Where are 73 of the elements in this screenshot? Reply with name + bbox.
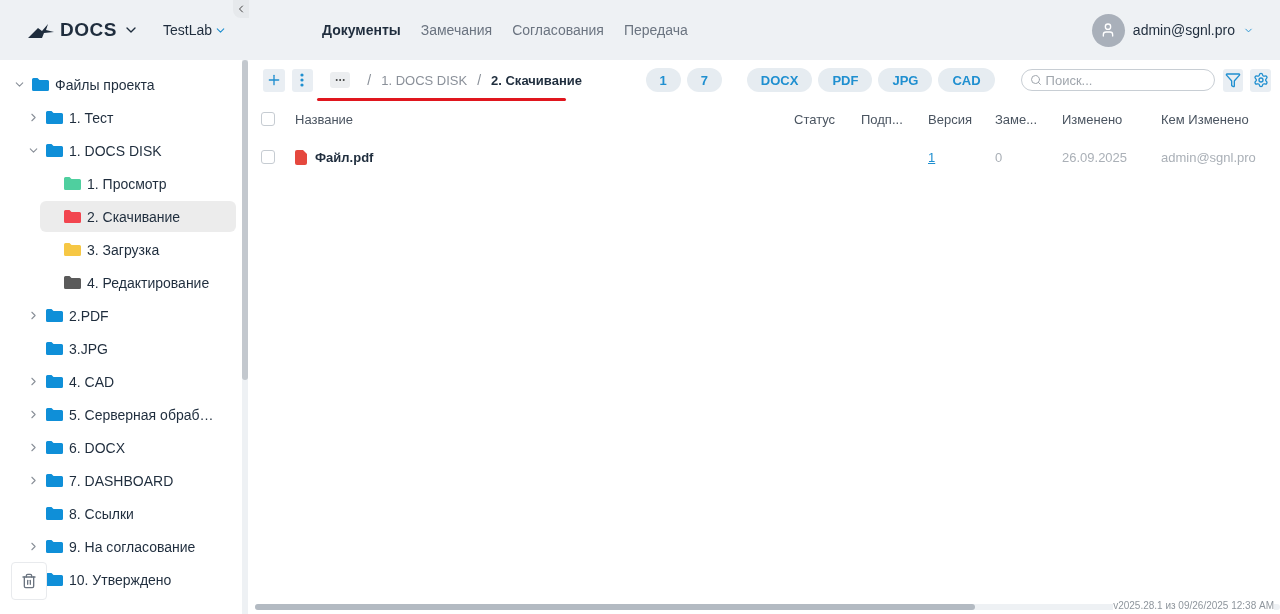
avatar-icon bbox=[1091, 13, 1125, 47]
folder-tree-item[interactable]: 2. Скачивание bbox=[40, 201, 236, 232]
folder-tree-item[interactable]: 1. Тест bbox=[26, 102, 236, 133]
folder-label: 3. Загрузка bbox=[87, 241, 160, 258]
folder-label: 10. Утверждено bbox=[69, 571, 172, 588]
column-header[interactable]: Версия bbox=[928, 100, 995, 138]
select-all-checkbox[interactable] bbox=[261, 112, 275, 126]
breadcrumb-link[interactable]: 2. Скачивание bbox=[491, 72, 582, 88]
column-header[interactable]: Статус bbox=[794, 100, 861, 138]
folder-tree-item[interactable]: 4. Редактирование bbox=[40, 267, 236, 298]
folder-label: Файлы проекта bbox=[55, 76, 155, 93]
version-link[interactable]: 1 bbox=[928, 149, 936, 165]
column-header[interactable]: Название bbox=[295, 100, 794, 138]
project-selector[interactable]: TestLab bbox=[163, 22, 322, 38]
folder-label: 1. Тест bbox=[69, 109, 114, 126]
column-header[interactable]: Кем Изменено bbox=[1161, 100, 1273, 138]
folder-label: 9. На согласование bbox=[69, 538, 196, 555]
separator: / bbox=[367, 72, 372, 88]
row-checkbox[interactable] bbox=[261, 150, 275, 164]
trash-icon bbox=[21, 573, 37, 589]
folder-tree-item[interactable]: Файлы проекта bbox=[12, 69, 236, 100]
more-button[interactable] bbox=[291, 68, 314, 92]
column-header[interactable]: Изменено bbox=[1062, 100, 1161, 138]
table-cell-text: 0 bbox=[995, 148, 1004, 167]
search-icon bbox=[1029, 74, 1042, 86]
nav-tab[interactable]: Документы bbox=[322, 22, 401, 38]
file-name[interactable]: Файл.pdf bbox=[315, 149, 374, 165]
pdf-file-icon bbox=[295, 149, 307, 165]
user-menu[interactable]: admin@sgnl.pro bbox=[1091, 13, 1254, 47]
nav-tab[interactable]: Передача bbox=[623, 22, 688, 38]
folder-tree-item[interactable]: 1. Просмотр bbox=[40, 168, 236, 199]
logo-text: DOCS bbox=[60, 19, 117, 41]
more-path-button[interactable] bbox=[330, 72, 351, 88]
folder-tree-item[interactable]: 5. Серверная обраб… bbox=[26, 399, 236, 430]
settings-button[interactable] bbox=[1250, 68, 1271, 92]
folder-label: 4. Редактирование bbox=[87, 274, 210, 291]
folder-label: 8. Ссылки bbox=[69, 505, 134, 522]
folder-tree-item[interactable]: 8. Ссылки bbox=[46, 498, 236, 529]
folder-tree-item[interactable]: 7. DASHBOARD bbox=[26, 465, 236, 496]
table-cell-text: admin@sgnl.pro bbox=[1161, 148, 1257, 167]
vertical-dots-icon bbox=[300, 73, 305, 87]
folder-tree-item[interactable]: 9. На согласование bbox=[26, 531, 236, 562]
add-button[interactable] bbox=[263, 68, 285, 92]
folder-label: 6. DOCX bbox=[69, 439, 125, 456]
search-field[interactable]: Поиск... bbox=[1020, 69, 1215, 91]
folder-tree-item[interactable]: 4. CAD bbox=[26, 366, 236, 397]
filter-icon bbox=[1224, 72, 1241, 88]
folder-tree-item[interactable]: 3. Загрузка bbox=[40, 234, 236, 265]
folder-label: 1. DOCS DISK bbox=[69, 142, 162, 159]
folder-tree-item[interactable]: 1. DOCS DISK bbox=[26, 135, 236, 166]
table-cell-text: 26.09.2025 bbox=[1062, 148, 1129, 167]
version-text: v2025.28.1 из 09/26/2025 12:38 AM bbox=[1113, 600, 1274, 611]
folder-label: 3.JPG bbox=[69, 340, 108, 357]
nav-tab[interactable]: Замечания bbox=[420, 22, 493, 38]
folder-label: 4. CAD bbox=[69, 373, 115, 390]
folder-tree-item[interactable]: 6. DOCX bbox=[26, 432, 236, 463]
separator: / bbox=[477, 72, 482, 88]
filter-button[interactable] bbox=[1222, 68, 1244, 92]
settings-icon bbox=[1252, 72, 1269, 88]
folder-tree-item[interactable]: 3.JPG bbox=[46, 333, 236, 364]
scrollbar[interactable] bbox=[242, 60, 248, 614]
folder-label: 2.PDF bbox=[69, 307, 109, 324]
folder-label: 2. Скачивание bbox=[87, 208, 181, 225]
column-header[interactable]: Заме... bbox=[995, 100, 1062, 138]
column-header[interactable]: Подп... bbox=[861, 100, 928, 138]
folder-tree-item[interactable]: 2.PDF bbox=[26, 300, 236, 331]
nav-tab[interactable]: Согласования bbox=[512, 22, 604, 38]
collapse-button[interactable] bbox=[233, 0, 249, 18]
trash-button[interactable] bbox=[11, 562, 47, 600]
folder-label: 7. DASHBOARD bbox=[69, 472, 174, 489]
folder-tree-item[interactable]: 10. Утверждено bbox=[46, 564, 236, 595]
folder-label: 1. Просмотр bbox=[87, 175, 167, 192]
folder-label: 5. Серверная обраб… bbox=[69, 406, 214, 423]
